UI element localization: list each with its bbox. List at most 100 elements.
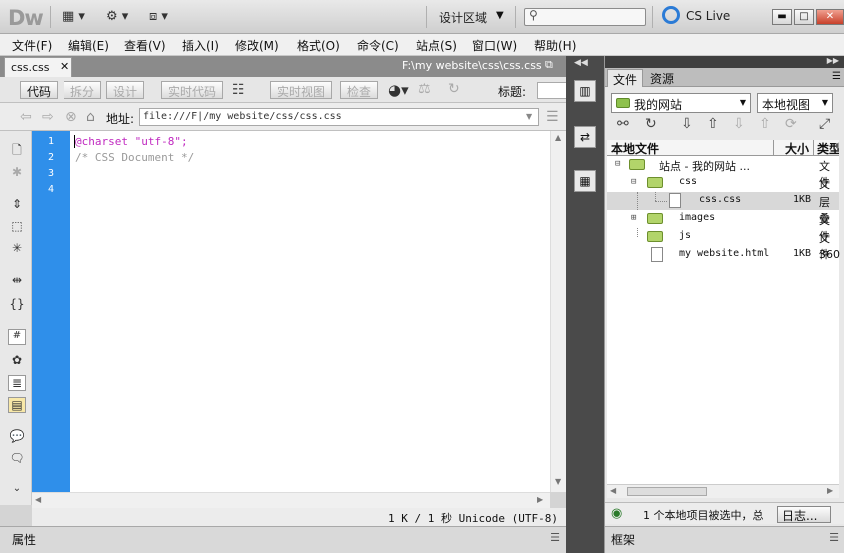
restore-window-icon[interactable]: ⧉ [545,58,553,72]
panel-menu-icon[interactable]: ☰ [832,71,841,82]
horizontal-scrollbar[interactable]: ◀ ▶ [607,484,839,498]
browser-check-icon[interactable]: ⚖ [418,81,431,97]
ap-elements-icon[interactable]: ▦ [574,170,596,192]
tree-toggle[interactable]: ⊞ [631,213,636,223]
show-code-navigator-icon[interactable]: ✱ [8,165,26,181]
tree-toggle[interactable]: ⊟ [615,159,620,169]
code-line[interactable]: @charset "utf-8"; [75,135,188,148]
column-type[interactable]: 类型 [817,140,839,157]
menu-view[interactable]: 查看(V) [124,37,166,54]
line-numbers-icon[interactable]: # [8,329,26,345]
check-in-icon[interactable]: ⇧ [759,116,771,132]
log-button[interactable]: 日志... [777,506,831,523]
site-select[interactable]: 我的网站 ▼ [611,93,751,113]
tab-files[interactable]: 文件 [607,69,644,87]
collapse-full-tag-icon[interactable]: ⇕ [8,197,26,213]
remove-comment-icon[interactable]: 🗨 [8,451,26,467]
scroll-left-icon[interactable]: ◀ [35,495,41,504]
tree-toggle[interactable]: ⊟ [631,177,636,187]
scroll-thumb[interactable] [627,487,707,496]
minimize-button[interactable]: ▬ [772,9,792,25]
forward-icon[interactable]: ⇨ [42,109,54,125]
refresh-icon[interactable]: ↻ [448,81,460,97]
more-tools-icon[interactable]: ⌄ [8,483,26,499]
list-item[interactable]: ⊟ 站点 - 我的网站 ... 文件 [607,156,839,189]
menu-site[interactable]: 站点(S) [416,37,457,54]
menu-file[interactable]: 文件(F) [12,37,52,54]
panel-menu-icon[interactable]: ☰ [829,531,839,544]
frames-panel[interactable]: 框架 ☰ [605,526,844,553]
column-size[interactable]: 大小 [785,140,809,157]
code-view-button[interactable]: 代码 [20,81,59,99]
close-icon[interactable]: ✕ [60,60,69,73]
layout-icon[interactable]: ▦ ▾ [62,9,85,24]
list-item[interactable]: ⊟ css 文件 [607,174,839,207]
address-input[interactable]: file:///F|/my website/css/css.css [139,108,539,126]
vertical-scrollbar[interactable]: ▲ ▼ [550,131,566,492]
close-button[interactable]: ✕ [816,9,844,25]
home-icon[interactable]: ⌂ [86,109,95,125]
scroll-right-icon[interactable]: ▶ [537,495,543,504]
scroll-down-icon[interactable]: ▼ [555,477,561,486]
scroll-left-icon[interactable]: ◀ [610,486,616,495]
list-item[interactable]: my website.html 1KB 360 [607,246,840,264]
insert-panel-icon[interactable]: ▥ [574,80,596,102]
column-name[interactable]: 本地文件 [611,140,659,157]
stop-icon[interactable]: ⊗ [65,109,77,125]
menu-format[interactable]: 格式(O) [297,37,340,54]
open-documents-icon[interactable]: 🗋 [8,141,26,157]
inspect-button[interactable]: 检查 [340,81,379,99]
code-editor[interactable]: @charset "utf-8"; /* CSS Document */ [70,131,550,492]
css-styles-icon[interactable]: ⇄ [574,126,596,148]
refresh-icon[interactable]: ↻ [645,116,657,132]
expand-all-icon[interactable]: ✳ [8,241,26,257]
gear-icon[interactable]: ⚙ ▾ [106,9,128,24]
file-management-icon[interactable]: ☷ [232,82,245,98]
title-input[interactable] [537,82,566,99]
balance-braces-icon[interactable]: {} [8,297,26,313]
check-out-icon[interactable]: ⇩ [733,116,745,132]
menu-insert[interactable]: 插入(I) [182,37,219,54]
list-item[interactable]: css.css 1KB 层叠 [607,192,839,225]
menu-commands[interactable]: 命令(C) [357,37,399,54]
design-view-button[interactable]: 设计 [106,81,145,99]
chevron-down-icon[interactable]: ▼ [496,10,504,21]
get-file-icon[interactable]: ⇩ [681,116,693,132]
syntax-coloring-icon[interactable]: ▤ [8,397,26,413]
select-parent-tag-icon[interactable]: ⇹ [8,273,26,289]
put-file-icon[interactable]: ⇧ [707,116,719,132]
split-view-button[interactable]: 拆分 [64,81,102,99]
horizontal-scrollbar[interactable]: ◀ ▶ [32,492,550,508]
properties-panel[interactable]: 属性 ☰ [0,526,566,553]
site-map-icon[interactable]: ⧈ ▾ [149,9,168,24]
back-icon[interactable]: ⇦ [20,109,32,125]
code-line[interactable]: /* CSS Document */ [75,151,194,164]
list-item[interactable]: js 文件 [607,228,839,261]
maximize-button[interactable]: □ [794,9,814,25]
scroll-right-icon[interactable]: ▶ [827,486,833,495]
options-icon[interactable]: ☰ [546,109,559,125]
chevron-down-icon[interactable]: ▼ [526,112,532,121]
live-code-button[interactable]: 实时代码 [161,81,224,99]
collapse-icon[interactable]: ◀◀ [574,58,588,68]
panel-menu-icon[interactable]: ☰ [550,531,560,544]
apply-comment-icon[interactable]: 💬 [8,429,26,445]
menu-modify[interactable]: 修改(M) [235,37,279,54]
workspace-switcher[interactable]: 设计区域 [439,9,487,26]
synchronize-icon[interactable]: ⟳ [785,116,797,132]
search-input[interactable]: ⚲ [524,8,646,26]
view-select[interactable]: 本地视图 ▼ [757,93,833,113]
expand-panel-icon[interactable]: ⤢ [819,116,830,132]
collapse-selection-icon[interactable]: ⬚ [8,219,26,235]
highlight-invalid-code-icon[interactable]: ✿ [8,353,26,369]
live-view-button[interactable]: 实时视图 [270,81,333,99]
menu-help[interactable]: 帮助(H) [534,37,576,54]
menu-edit[interactable]: 编辑(E) [68,37,109,54]
scroll-up-icon[interactable]: ▲ [555,133,561,142]
cs-live-link[interactable]: CS Live [686,9,730,23]
document-tab[interactable]: css.css ✕ [4,57,72,77]
menu-window[interactable]: 窗口(W) [472,37,517,54]
globe-icon[interactable]: ◕▾ [388,81,409,99]
list-item[interactable]: ⊞ images 文件 [607,210,839,243]
word-wrap-icon[interactable]: ≣ [8,375,26,391]
